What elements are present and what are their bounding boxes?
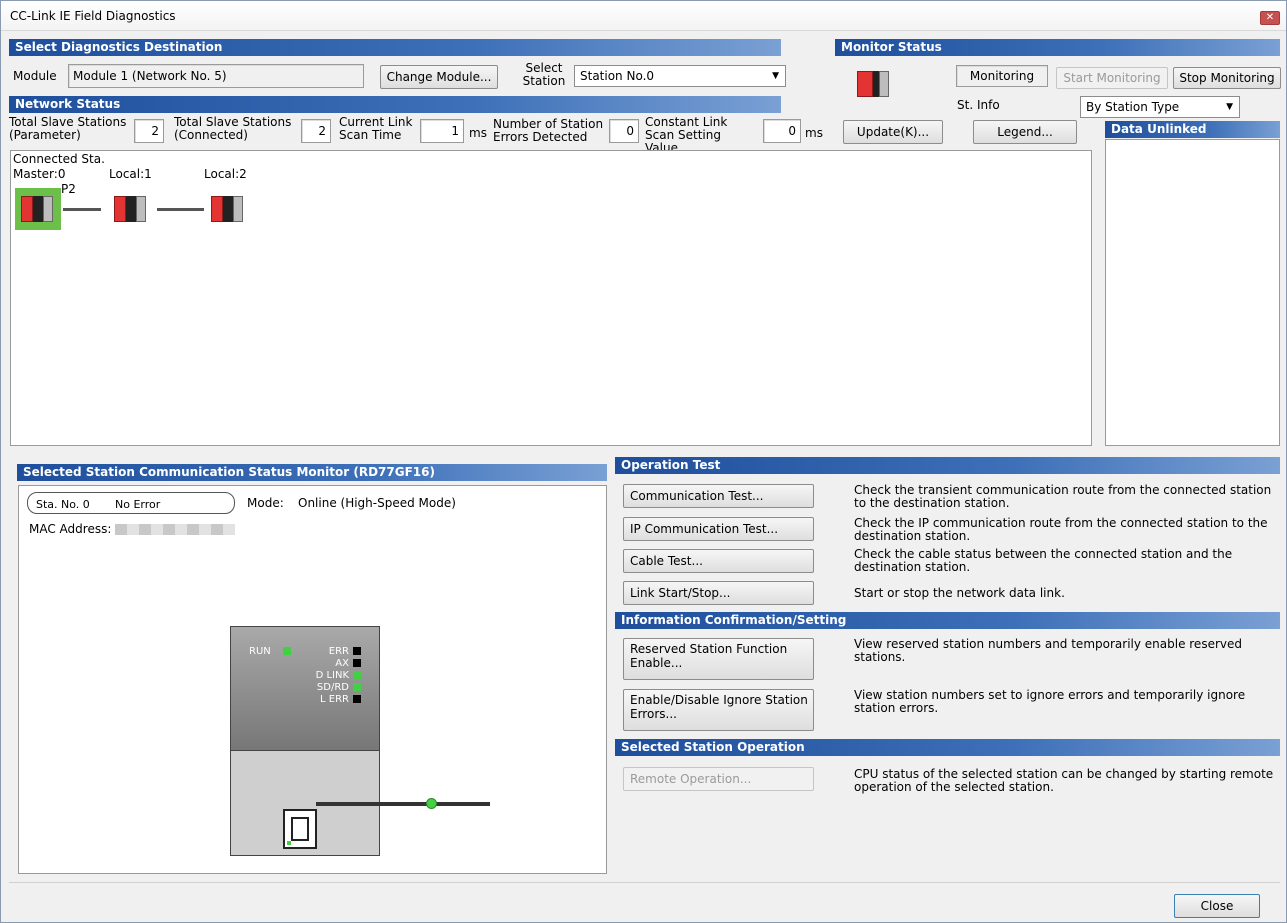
network-header: Network Status (9, 96, 781, 113)
mode-label: Mode: (247, 496, 284, 510)
start-monitoring-button[interactable]: Start Monitoring (1056, 67, 1168, 89)
info-confirm-header: Information Confirmation/Setting (615, 612, 1280, 629)
cable-test-desc: Check the cable status between the conne… (854, 547, 1233, 574)
local2-station-icon[interactable] (211, 193, 245, 225)
diagnostics-window: CC-Link IE Field Diagnostics ✕ Select Di… (0, 0, 1287, 923)
close-icon[interactable]: ✕ (1260, 11, 1280, 25)
station-label-master: Master:0 (13, 167, 66, 181)
ignore-station-errors-desc: View station numbers set to ignore error… (854, 688, 1246, 715)
ignore-station-errors-button[interactable]: Enable/Disable Ignore Station Errors... (623, 689, 814, 731)
module-led-panel: RUN ERR AX D LINK SD/RD L ERR (230, 626, 380, 751)
remote-operation-button[interactable]: Remote Operation... (623, 767, 814, 791)
selected-station-panel: Sta. No. 0 No Error Mode: Online (High-S… (18, 485, 607, 874)
data-unlinked-list[interactable] (1105, 139, 1280, 446)
const-scan-unit: ms (805, 126, 823, 140)
station-status: No Error (115, 498, 161, 511)
selected-station-header: Selected Station Communication Status Mo… (17, 464, 607, 481)
scan-time-value: 1 (420, 119, 464, 143)
monitor-status-field: Monitoring (956, 65, 1048, 87)
title-bar: CC-Link IE Field Diagnostics ✕ (1, 1, 1286, 31)
station-select-value: Station No.0 (580, 69, 655, 83)
link-cable (63, 208, 101, 211)
link-cable (157, 208, 204, 211)
station-number: Sta. No. 0 (36, 498, 90, 511)
selected-op-header: Selected Station Operation (615, 739, 1280, 756)
local1-station-icon[interactable] (114, 193, 148, 225)
scan-time-label: Current Link Scan Time (339, 115, 413, 142)
remote-operation-desc: CPU status of the selected station can b… (854, 767, 1274, 794)
ax-led (353, 659, 361, 667)
mode-value: Online (High-Speed Mode) (298, 496, 456, 510)
monitor-header: Monitor Status (835, 39, 1280, 56)
station-select[interactable]: Station No.0 ▼ (574, 65, 786, 87)
module-label: Module (13, 69, 57, 83)
errors-label: Number of Station Errors Detected (493, 117, 604, 144)
communication-test-desc: Check the transient communication route … (854, 483, 1272, 510)
link-start-stop-desc: Start or stop the network data link. (854, 586, 1065, 600)
ethernet-cable (316, 802, 490, 806)
communication-test-button[interactable]: Communication Test... (623, 484, 814, 508)
mac-address-label: MAC Address: (29, 522, 112, 536)
chevron-down-icon: ▼ (772, 71, 779, 81)
const-scan-value: 0 (763, 119, 801, 143)
close-button[interactable]: Close (1174, 894, 1260, 918)
legend-button[interactable]: Legend... (973, 120, 1077, 144)
dlink-led (353, 671, 361, 679)
port-label: P2 (61, 182, 76, 196)
sdrd-led (353, 683, 361, 691)
st-info-label: St. Info (957, 98, 1000, 112)
st-info-select[interactable]: By Station Type ▼ (1080, 96, 1240, 118)
footer-divider (9, 882, 1280, 883)
cable-test-button[interactable]: Cable Test... (623, 549, 814, 573)
errors-value: 0 (609, 119, 639, 143)
window-title: CC-Link IE Field Diagnostics (10, 9, 176, 23)
monitor-module-icon (857, 68, 891, 100)
station-label-local1: Local:1 (109, 167, 152, 181)
update-button[interactable]: Update(K)... (843, 120, 943, 144)
total-param-value: 2 (134, 119, 164, 143)
link-start-stop-button[interactable]: Link Start/Stop... (623, 581, 814, 605)
run-led (283, 647, 291, 655)
reserved-station-button[interactable]: Reserved Station Function Enable... (623, 638, 814, 680)
select-station-label: Select Station (522, 61, 566, 88)
connected-station-label: Connected Sta. (13, 152, 105, 166)
chevron-down-icon: ▼ (1226, 102, 1233, 112)
total-param-label: Total Slave Stations (Parameter) (9, 115, 127, 142)
reserved-station-desc: View reserved station numbers and tempor… (854, 637, 1242, 664)
ip-communication-test-desc: Check the IP communication route from th… (854, 516, 1268, 543)
lerr-led-label: L ERR (320, 694, 349, 705)
scan-time-unit: ms (469, 126, 487, 140)
network-map-panel[interactable]: Connected Sta. Master:0 Local:1 Local:2 … (10, 150, 1092, 446)
link-status-dot (426, 798, 437, 809)
ip-communication-test-button[interactable]: IP Communication Test... (623, 517, 814, 541)
master-station-icon[interactable] (21, 193, 55, 225)
err-led (353, 647, 361, 655)
station-label-local2: Local:2 (204, 167, 247, 181)
lerr-led (353, 695, 361, 703)
stop-monitoring-button[interactable]: Stop Monitoring (1173, 67, 1281, 89)
change-module-button[interactable]: Change Module... (380, 65, 498, 89)
mac-address-masked (115, 524, 235, 535)
run-led-label: RUN (249, 646, 271, 657)
operation-test-header: Operation Test (615, 457, 1280, 474)
module-field: Module 1 (Network No. 5) (68, 64, 364, 88)
st-info-value: By Station Type (1086, 100, 1180, 114)
total-conn-value: 2 (301, 119, 331, 143)
destination-header: Select Diagnostics Destination (9, 39, 781, 56)
data-unlinked-header: Data Unlinked (1105, 121, 1280, 138)
station-status-pill: Sta. No. 0 No Error (27, 492, 235, 514)
total-conn-label: Total Slave Stations (Connected) (174, 115, 292, 142)
ethernet-port-icon (283, 809, 317, 849)
